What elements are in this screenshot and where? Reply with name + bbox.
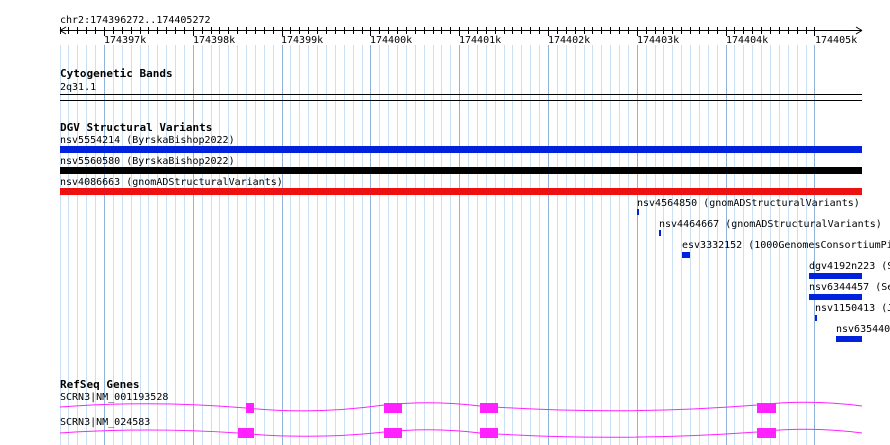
exon bbox=[757, 428, 776, 438]
exon bbox=[480, 428, 498, 438]
exon bbox=[757, 403, 776, 413]
exon bbox=[384, 403, 402, 413]
refseq-gene-models[interactable] bbox=[0, 0, 890, 445]
exon bbox=[384, 428, 402, 438]
exon bbox=[480, 403, 498, 413]
transcript-model[interactable] bbox=[59, 428, 863, 438]
exon bbox=[238, 428, 254, 438]
transcript-model[interactable] bbox=[59, 401, 863, 413]
exon bbox=[246, 403, 254, 413]
intron-line bbox=[59, 401, 863, 412]
intron-line bbox=[59, 428, 863, 438]
